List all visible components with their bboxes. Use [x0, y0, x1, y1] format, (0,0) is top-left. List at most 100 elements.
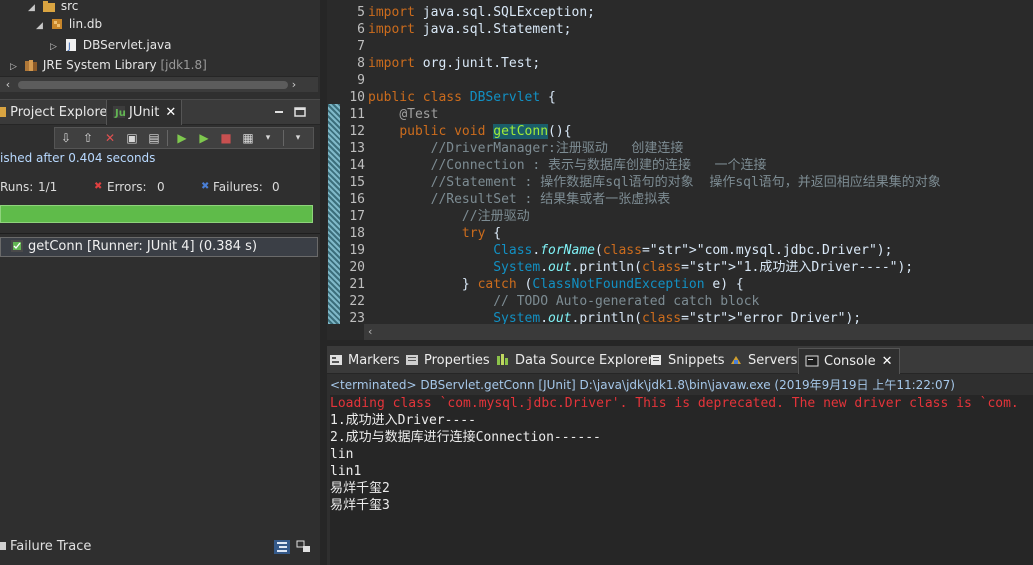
tab-snippets[interactable]: Snippets [649, 348, 724, 374]
close-icon[interactable]: ✕ [882, 349, 893, 375]
library-icon [24, 60, 37, 71]
expanded-arrow-icon[interactable]: ◢ [36, 16, 46, 36]
snippets-icon [651, 355, 661, 365]
console-output[interactable]: Loading class `com.mysql.jdbc.Driver'. T… [330, 395, 1033, 565]
java-file-icon: J [65, 39, 76, 52]
tab-project-explorer[interactable]: Project Explorer [0, 100, 113, 125]
console-line: 1.成功进入Driver---- [330, 413, 476, 428]
tab-data-source-explorer[interactable]: Data Source Explorer [496, 348, 653, 374]
line-number: 22 [349, 294, 365, 309]
tab-label: JUnit [129, 105, 160, 120]
line-number: 20 [349, 260, 365, 275]
stop-test-icon[interactable]: ■ [217, 130, 235, 146]
code-line[interactable]: @Test [368, 106, 438, 123]
line-number: 9 [357, 73, 365, 88]
tree-horizontal-scrollbar[interactable]: ‹ › [0, 76, 318, 92]
show-failures-only-icon[interactable]: ✕ [101, 130, 119, 146]
code-line[interactable]: // TODO Auto-generated catch block [368, 293, 759, 310]
scroll-left-icon[interactable]: ‹ [0, 77, 16, 93]
next-failure-icon[interactable]: ⇩ [57, 130, 75, 146]
code-line[interactable]: //注册驱动 [368, 208, 530, 225]
line-number: 21 [349, 277, 365, 292]
package-icon [51, 19, 62, 29]
line-number: 5 [357, 5, 365, 20]
tab-properties[interactable]: Properties [405, 348, 490, 374]
markers-icon [330, 355, 342, 365]
console-line: 2.成功与数据库进行连接Connection------ [330, 430, 601, 445]
line-number: 6 [357, 22, 365, 37]
data-source-icon [497, 354, 508, 365]
minimize-icon[interactable] [273, 106, 285, 118]
editor-horizontal-scrollbar[interactable]: ‹ [364, 324, 1033, 340]
tree-item-dbservlet-java[interactable]: ▷ J DBServlet.java [50, 35, 172, 55]
code-line[interactable]: //DriverManager:注册驱动 创建连接 [368, 140, 684, 157]
test-history-icon[interactable]: ▤ [145, 130, 163, 146]
test-result-label: getConn [Runner: JUnit 4] (0.384 s) [28, 239, 258, 254]
code-line[interactable]: System.out.println(class="str">"error Dr… [368, 310, 861, 324]
line-number-gutter: 5 6 7 8 9 10 11 12 13 14 15 16 17 18 19 20 21 22 23 [341, 0, 365, 326]
tab-markers[interactable]: Markers [329, 348, 400, 374]
console-process-status: <terminated> DBServlet.getConn [JUnit] D… [330, 378, 955, 392]
package-folder-icon [42, 1, 55, 12]
scrollbar-thumb[interactable] [18, 81, 288, 89]
test-result-row[interactable]: getConn [Runner: JUnit 4] (0.384 s) [0, 237, 318, 257]
tab-console[interactable]: Console ✕ [798, 348, 900, 374]
previous-failure-icon[interactable]: ⇧ [79, 130, 97, 146]
rerun-test-icon[interactable]: ▶ [173, 130, 191, 146]
tree-item-jre-library[interactable]: ▷ JRE System Library [jdk1.8] [10, 55, 207, 75]
code-editor[interactable]: 5 6 7 8 9 10 11 12 13 14 15 16 17 18 19 20 21 22 23 import… [327, 0, 1033, 340]
failure-trace-label: Failure Trace [10, 539, 92, 554]
code-line[interactable]: } catch (ClassNotFoundException e) { [368, 276, 744, 293]
console-line: 易烊千玺2 [330, 481, 390, 496]
tree-item-suffix: [jdk1.8] [160, 58, 207, 72]
code-line[interactable]: //ResultSet : 结果集或者一张虚拟表 [368, 191, 671, 208]
tab-label: Servers [748, 353, 798, 368]
tab-label: Markers [348, 353, 400, 368]
code-line[interactable]: import java.sql.SQLException; [368, 4, 595, 21]
tree-item-label: lin.db [68, 17, 103, 31]
scroll-left-icon[interactable]: ‹ [368, 324, 372, 340]
scroll-lock-icon[interactable]: ▣ [123, 130, 141, 146]
bottom-view-tabs: Markers Properties Data Source Explorer … [327, 346, 1033, 374]
line-number: 18 [349, 226, 365, 241]
servers-icon [731, 356, 741, 364]
errors-value: 0 [157, 180, 165, 194]
compare-results-icon[interactable] [296, 540, 312, 554]
junit-status: ished after 0.404 seconds [0, 151, 156, 165]
code-area[interactable]: import java.sql.SQLException; import java… [368, 0, 1033, 324]
line-number: 16 [349, 192, 365, 207]
line-number: 11 [349, 107, 365, 122]
code-line[interactable]: import java.sql.Statement; [368, 21, 572, 38]
scroll-right-icon[interactable]: › [286, 77, 302, 93]
tab-servers[interactable]: Servers [729, 348, 797, 374]
collapsed-arrow-icon[interactable]: ▷ [50, 37, 60, 57]
toolbar-separator [167, 130, 168, 146]
tab-label: Snippets [668, 353, 725, 368]
console-icon [805, 355, 819, 367]
tree-item-label: src [60, 0, 79, 13]
code-line[interactable]: //Statement : 操作数据库sql语句的对象 操作sql语句，并返回相… [368, 174, 941, 191]
maximize-icon[interactable] [294, 106, 306, 118]
failure-trace-icon [0, 542, 6, 550]
toolbar-separator [283, 130, 284, 146]
svg-text:Ju: Ju [114, 108, 126, 119]
rerun-failed-first-icon[interactable]: ▶ [195, 130, 213, 146]
tab-junit[interactable]: Ju JUnit ✕ [106, 100, 183, 125]
code-line[interactable]: import org.junit.Test; [368, 55, 540, 72]
filter-stack-trace-icon[interactable] [274, 540, 290, 554]
vertical-splitter[interactable] [320, 0, 327, 565]
close-icon[interactable]: ✕ [165, 100, 176, 125]
code-line[interactable]: public void getConn(){ [368, 123, 572, 140]
code-line[interactable]: public class DBServlet { [368, 89, 556, 106]
left-view-tabs: Project Explorer Ju JUnit ✕ [0, 99, 320, 125]
line-number: 8 [357, 56, 365, 71]
code-line[interactable]: //Connection : 表示与数据库创建的连接 一个连接 [368, 157, 767, 174]
code-line[interactable]: try { [368, 225, 501, 242]
dropdown-arrow-icon[interactable]: ▾ [259, 130, 277, 146]
view-menu-icon[interactable]: ▾ [289, 130, 307, 146]
code-line[interactable]: System.out.println(class="str">"1.成功进入Dr… [368, 259, 913, 276]
history-dropdown-icon[interactable]: ▦ [239, 130, 257, 146]
code-line[interactable]: Class.forName(class="str">"com.mysql.jdb… [368, 242, 892, 259]
collapsed-arrow-icon[interactable]: ▷ [10, 57, 20, 76]
tree-item-lin-db[interactable]: ◢ lin.db [36, 14, 102, 34]
